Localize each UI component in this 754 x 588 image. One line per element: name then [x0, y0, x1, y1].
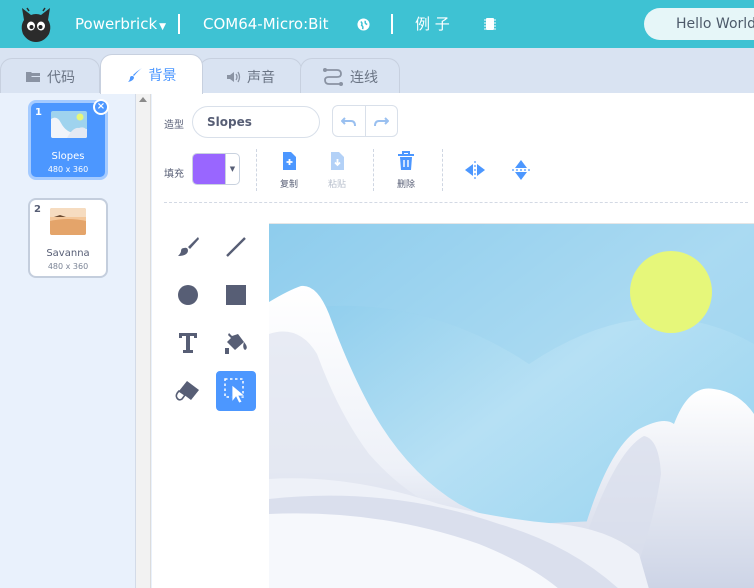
- backdrop-size: 480 x 360: [47, 165, 89, 174]
- delete-backdrop-button[interactable]: ×: [93, 99, 109, 115]
- copy-label: 复制: [279, 180, 298, 190]
- backdrop-name: Savanna: [46, 248, 90, 259]
- menu-bar: Powerbrick ▼ COM64-Micro:Bit 例 子 Hello Wo…: [0, 0, 754, 48]
- select-icon: [224, 378, 247, 404]
- hello-world-button[interactable]: Hello World: [644, 8, 754, 40]
- tab-code[interactable]: 代码: [0, 58, 100, 94]
- costume-name-input[interactable]: [192, 106, 320, 138]
- backdrop-list: 1 Slopes 480 x 360 × 2 Savanna 480 x 360: [0, 93, 136, 588]
- rectangle-icon: [226, 285, 246, 305]
- line-icon: [226, 237, 246, 257]
- text-icon: [179, 333, 197, 353]
- copy-icon: [283, 152, 296, 170]
- eraser-tool[interactable]: [168, 371, 208, 411]
- brush-icon: [178, 237, 199, 256]
- device-menu[interactable]: COM64-Micro:Bit: [203, 0, 329, 48]
- costume-name-label: 造型: [164, 120, 184, 131]
- tab-wiring[interactable]: 连线: [300, 58, 400, 94]
- hello-world-label: Hello World: [676, 16, 754, 32]
- caret-down-icon: ▼: [225, 154, 239, 184]
- scroll-up-arrow-icon[interactable]: [139, 97, 147, 102]
- menu-divider: [178, 14, 180, 34]
- menu-divider: [391, 14, 393, 34]
- close-icon: ×: [96, 101, 106, 112]
- tab-backdrops[interactable]: 背景: [100, 54, 203, 94]
- backdrop-thumbnail-savanna: [50, 208, 86, 235]
- flip-horizontal-icon[interactable]: [464, 161, 486, 179]
- circle-icon: [178, 285, 198, 305]
- paste-label: 粘贴: [327, 180, 346, 190]
- backdrop-thumbnail-slopes: [51, 111, 87, 138]
- backdrop-number: 2: [34, 204, 41, 215]
- chip-icon[interactable]: [484, 17, 496, 31]
- paint-editor: 造型 填充 ▼ 复制 粘贴: [152, 93, 754, 588]
- select-tool[interactable]: [216, 371, 256, 411]
- project-menu-label: Powerbrick: [75, 15, 158, 33]
- toolbar-separator: [164, 202, 748, 203]
- undo-button[interactable]: [333, 106, 365, 136]
- delete-button[interactable]: 删除: [386, 151, 426, 190]
- text-tool[interactable]: [168, 323, 208, 363]
- redo-icon: [373, 116, 389, 126]
- fill-label: 填充: [164, 169, 184, 180]
- examples-menu[interactable]: 例 子: [415, 0, 450, 48]
- fill-color-picker[interactable]: ▼: [192, 153, 240, 185]
- rectangle-tool[interactable]: [216, 275, 256, 315]
- wire-icon: [323, 67, 343, 86]
- tab-wiring-label: 连线: [350, 69, 378, 86]
- sun: [630, 251, 712, 333]
- tab-code-label: 代码: [47, 69, 75, 86]
- undo-icon: [341, 116, 357, 126]
- backdrop-size: 480 x 360: [47, 262, 89, 271]
- speaker-icon: [227, 71, 241, 82]
- code-blocks-icon: [26, 71, 40, 82]
- paste-icon: [331, 152, 344, 170]
- circle-tool[interactable]: [168, 275, 208, 315]
- tab-sounds-label: 声音: [247, 69, 275, 86]
- caret-down-icon: ▼: [159, 22, 167, 32]
- toolbar-divider: [442, 149, 443, 191]
- flip-vertical-icon[interactable]: [512, 159, 530, 181]
- backdrop-item-slopes[interactable]: 1 Slopes 480 x 360 ×: [28, 99, 109, 180]
- cat-logo-icon[interactable]: [18, 6, 54, 44]
- backdrop-number: 1: [35, 107, 42, 118]
- tab-backdrops-label: 背景: [148, 67, 177, 84]
- backdrop-name: Slopes: [51, 151, 85, 162]
- trash-icon: [398, 151, 414, 170]
- toolbar-divider: [256, 149, 257, 191]
- globe-icon[interactable]: [357, 18, 370, 31]
- toolbar-divider: [373, 149, 374, 191]
- fill-icon: [225, 333, 247, 354]
- tab-bar: 代码 声音 连线 背景: [0, 48, 754, 94]
- redo-button[interactable]: [364, 106, 397, 136]
- paste-button[interactable]: 粘贴: [317, 151, 357, 190]
- scrollbar[interactable]: [136, 93, 151, 588]
- drawing-canvas[interactable]: [269, 223, 754, 588]
- tab-sounds[interactable]: 声音: [199, 58, 302, 94]
- eraser-icon: [175, 381, 199, 401]
- fill-color-swatch: [193, 154, 225, 184]
- fill-tool[interactable]: [216, 323, 256, 363]
- backdrop-artwork: [269, 224, 754, 588]
- delete-label: 删除: [396, 180, 415, 190]
- undo-redo-group: [332, 105, 398, 137]
- line-tool[interactable]: [216, 227, 256, 267]
- brush-tool[interactable]: [168, 227, 208, 267]
- project-menu[interactable]: Powerbrick ▼: [75, 0, 166, 48]
- copy-button[interactable]: 复制: [269, 151, 309, 190]
- paintbrush-icon: [127, 67, 142, 82]
- backdrop-item-savanna[interactable]: 2 Savanna 480 x 360: [28, 198, 108, 278]
